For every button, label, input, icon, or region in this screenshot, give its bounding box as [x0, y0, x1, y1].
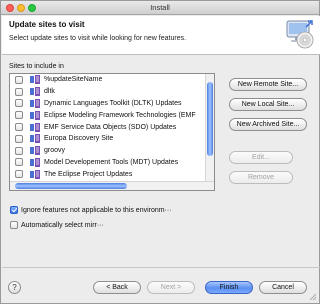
site-list-item[interactable]: dltk	[10, 86, 206, 98]
site-list-item[interactable]: Model Developement Tools (MDT) Updates	[10, 157, 206, 169]
sites-horizontal-scrollbar[interactable]	[10, 181, 214, 190]
update-site-icon	[30, 134, 40, 144]
sites-list[interactable]: %updateSiteName dltk Dynamic Languages Too…	[9, 73, 215, 191]
vertical-scroll-thumb[interactable]	[207, 82, 213, 156]
site-label: The Eclipse Project Updates	[44, 170, 133, 178]
sites-list-label: Sites to include in	[9, 63, 64, 70]
sites-vertical-scrollbar[interactable]	[205, 74, 214, 182]
site-checkbox[interactable]	[15, 87, 23, 96]
site-label: groovy	[44, 147, 66, 155]
update-site-icon	[30, 169, 40, 179]
site-checkbox[interactable]	[15, 134, 23, 143]
update-site-icon	[30, 98, 40, 108]
ignore-features-label: Ignore features not applicable to this e…	[21, 206, 172, 214]
site-label: Europa Discovery Site	[44, 135, 114, 143]
install-window: Install Update sites to visit Select upd…	[0, 0, 320, 304]
new-local-site-button[interactable]: New Local Site...	[229, 98, 307, 111]
site-label: Model Developement Tools (MDT) Updates	[44, 158, 179, 166]
site-checkbox[interactable]	[15, 158, 23, 167]
resize-grip-icon[interactable]	[309, 293, 317, 301]
site-label: dltk	[44, 88, 55, 96]
update-site-icon	[30, 146, 40, 156]
remove-button[interactable]: Remove	[229, 171, 293, 184]
cancel-button[interactable]: Cancel	[259, 281, 307, 294]
finish-button[interactable]: Finish	[205, 281, 253, 294]
footer-separator	[2, 267, 320, 268]
page-title: Update sites to visit	[9, 20, 85, 29]
page-description: Select update sites to visit while looki…	[9, 35, 187, 42]
site-list-item[interactable]: %updateSiteName	[10, 74, 206, 86]
update-site-icon	[30, 122, 40, 132]
site-checkbox[interactable]	[15, 99, 23, 108]
site-checkbox[interactable]	[15, 123, 23, 132]
update-site-icon	[30, 157, 40, 167]
site-label: %updateSiteName	[44, 76, 103, 84]
install-banner-icon	[286, 20, 314, 49]
next-button[interactable]: Next >	[147, 281, 195, 294]
back-button[interactable]: < Back	[93, 281, 141, 294]
site-checkbox[interactable]	[15, 75, 23, 84]
site-checkbox[interactable]	[15, 146, 23, 155]
update-site-icon	[30, 75, 40, 85]
site-list-item[interactable]: Europa Discovery Site	[10, 133, 206, 145]
auto-select-mirrors-option[interactable]: Automatically select mirr···	[10, 221, 104, 229]
update-site-icon	[30, 110, 40, 120]
wizard-header: Update sites to visit Select update site…	[2, 16, 320, 55]
site-label: Eclipse Modeling Framework Technologies …	[44, 111, 196, 119]
site-checkbox[interactable]	[15, 111, 23, 120]
site-label: Dynamic Languages Toolkit (DLTK) Updates	[44, 99, 182, 107]
ignore-features-checkbox[interactable]	[10, 206, 18, 214]
site-checkbox[interactable]	[15, 170, 23, 179]
site-list-item[interactable]: groovy	[10, 145, 206, 157]
site-list-item[interactable]: Dynamic Languages Toolkit (DLTK) Updates	[10, 98, 206, 110]
site-list-item[interactable]: EMF Service Data Objects (SDO) Updates	[10, 121, 206, 133]
help-button[interactable]: ?	[8, 281, 21, 294]
site-list-item[interactable]: Eclipse Modeling Framework Technologies …	[10, 109, 206, 121]
update-site-icon	[30, 87, 40, 97]
window-title: Install	[150, 3, 170, 12]
site-label: EMF Service Data Objects (SDO) Updates	[44, 123, 177, 131]
new-remote-site-button[interactable]: New Remote Site...	[229, 78, 307, 91]
auto-select-mirrors-label: Automatically select mirr···	[21, 221, 104, 229]
new-archived-site-button[interactable]: New Archived Site...	[229, 118, 307, 131]
horizontal-scroll-thumb[interactable]	[15, 183, 127, 189]
auto-select-mirrors-checkbox[interactable]	[10, 221, 18, 229]
ignore-features-option[interactable]: Ignore features not applicable to this e…	[10, 206, 172, 214]
site-list-item[interactable]: The Eclipse Project Updates	[10, 168, 206, 180]
edit-button[interactable]: Edit...	[229, 151, 293, 164]
title-bar: Install	[1, 1, 319, 15]
